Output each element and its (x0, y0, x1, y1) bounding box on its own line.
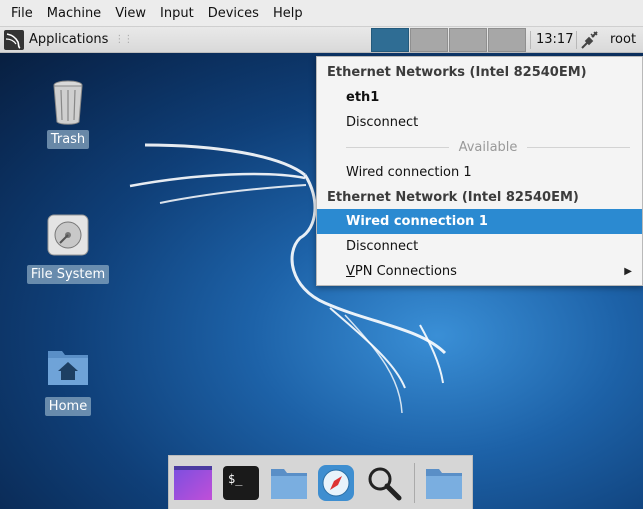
hard-drive-icon (46, 213, 90, 261)
network-menu-header: Ethernet Networks (Intel 82540EM) (327, 65, 587, 80)
top-panel: Applications ⋮⋮ 13:17 root (0, 27, 643, 53)
network-menu: Ethernet Networks (Intel 82540EM) eth1 D… (316, 56, 643, 286)
menu-help[interactable]: Help (266, 0, 310, 27)
dock-separator (414, 462, 416, 503)
menu-input[interactable]: Input (153, 0, 201, 27)
kali-logo-icon (4, 29, 24, 50)
available-divider: Available (317, 135, 642, 160)
menu-machine[interactable]: Machine (40, 0, 108, 27)
panel-handle-icon: ⋮⋮ (114, 34, 133, 45)
workspace-4[interactable] (488, 28, 526, 52)
folder-icon[interactable] (424, 463, 463, 503)
eth1-item[interactable]: eth1 (317, 85, 642, 110)
workspace-1[interactable] (371, 28, 409, 52)
vm-menubar: File Machine View Input Devices Help (0, 0, 643, 27)
divider-line (346, 147, 449, 148)
submenu-arrow-icon: ▶ (624, 266, 632, 277)
vpn-connections-item[interactable]: VPN Connections ▶ (317, 259, 642, 284)
menu-view[interactable]: View (108, 0, 153, 27)
vpn-mnemonic: V (346, 264, 355, 279)
clock[interactable]: 13:17 (536, 27, 573, 53)
dock: $_ (168, 455, 473, 509)
disconnect-item[interactable]: Disconnect (317, 234, 642, 259)
trash-label: Trash (46, 130, 90, 149)
user-menu[interactable]: root (610, 27, 636, 53)
available-label: Available (458, 140, 518, 155)
divider-line (527, 147, 630, 148)
disconnect-item[interactable]: Disconnect (317, 110, 642, 135)
workspace-switcher (371, 27, 527, 53)
desktop-preview-icon[interactable] (174, 463, 213, 503)
applications-menu-button[interactable]: Applications ⋮⋮ (0, 27, 138, 53)
wired-connection-selected-item[interactable]: Wired connection 1 (317, 209, 642, 234)
network-plug-icon[interactable] (579, 30, 601, 50)
network-menu-header: Ethernet Network (Intel 82540EM) (327, 190, 579, 205)
trash-icon (46, 78, 90, 126)
menu-file[interactable]: File (4, 0, 40, 27)
search-icon[interactable] (365, 463, 404, 503)
home-folder-icon (46, 345, 90, 393)
desktop-icon-trash[interactable]: Trash (23, 78, 113, 149)
web-browser-icon[interactable] (317, 463, 356, 503)
vpn-label: PN Connections (354, 264, 457, 279)
home-label: Home (44, 397, 92, 416)
desktop-icon-filesystem[interactable]: File System (23, 213, 113, 284)
menu-devices[interactable]: Devices (201, 0, 266, 27)
terminal-icon[interactable]: $_ (222, 463, 261, 503)
panel-separator (530, 31, 531, 49)
folder-icon[interactable] (269, 463, 308, 503)
wired-connection-item[interactable]: Wired connection 1 (317, 160, 642, 185)
desktop-icon-home[interactable]: Home (23, 345, 113, 416)
workspace-3[interactable] (449, 28, 487, 52)
filesystem-label: File System (26, 265, 110, 284)
panel-separator (576, 31, 577, 49)
svg-text:$_: $_ (228, 472, 243, 486)
workspace-2[interactable] (410, 28, 448, 52)
applications-label: Applications (29, 32, 109, 47)
